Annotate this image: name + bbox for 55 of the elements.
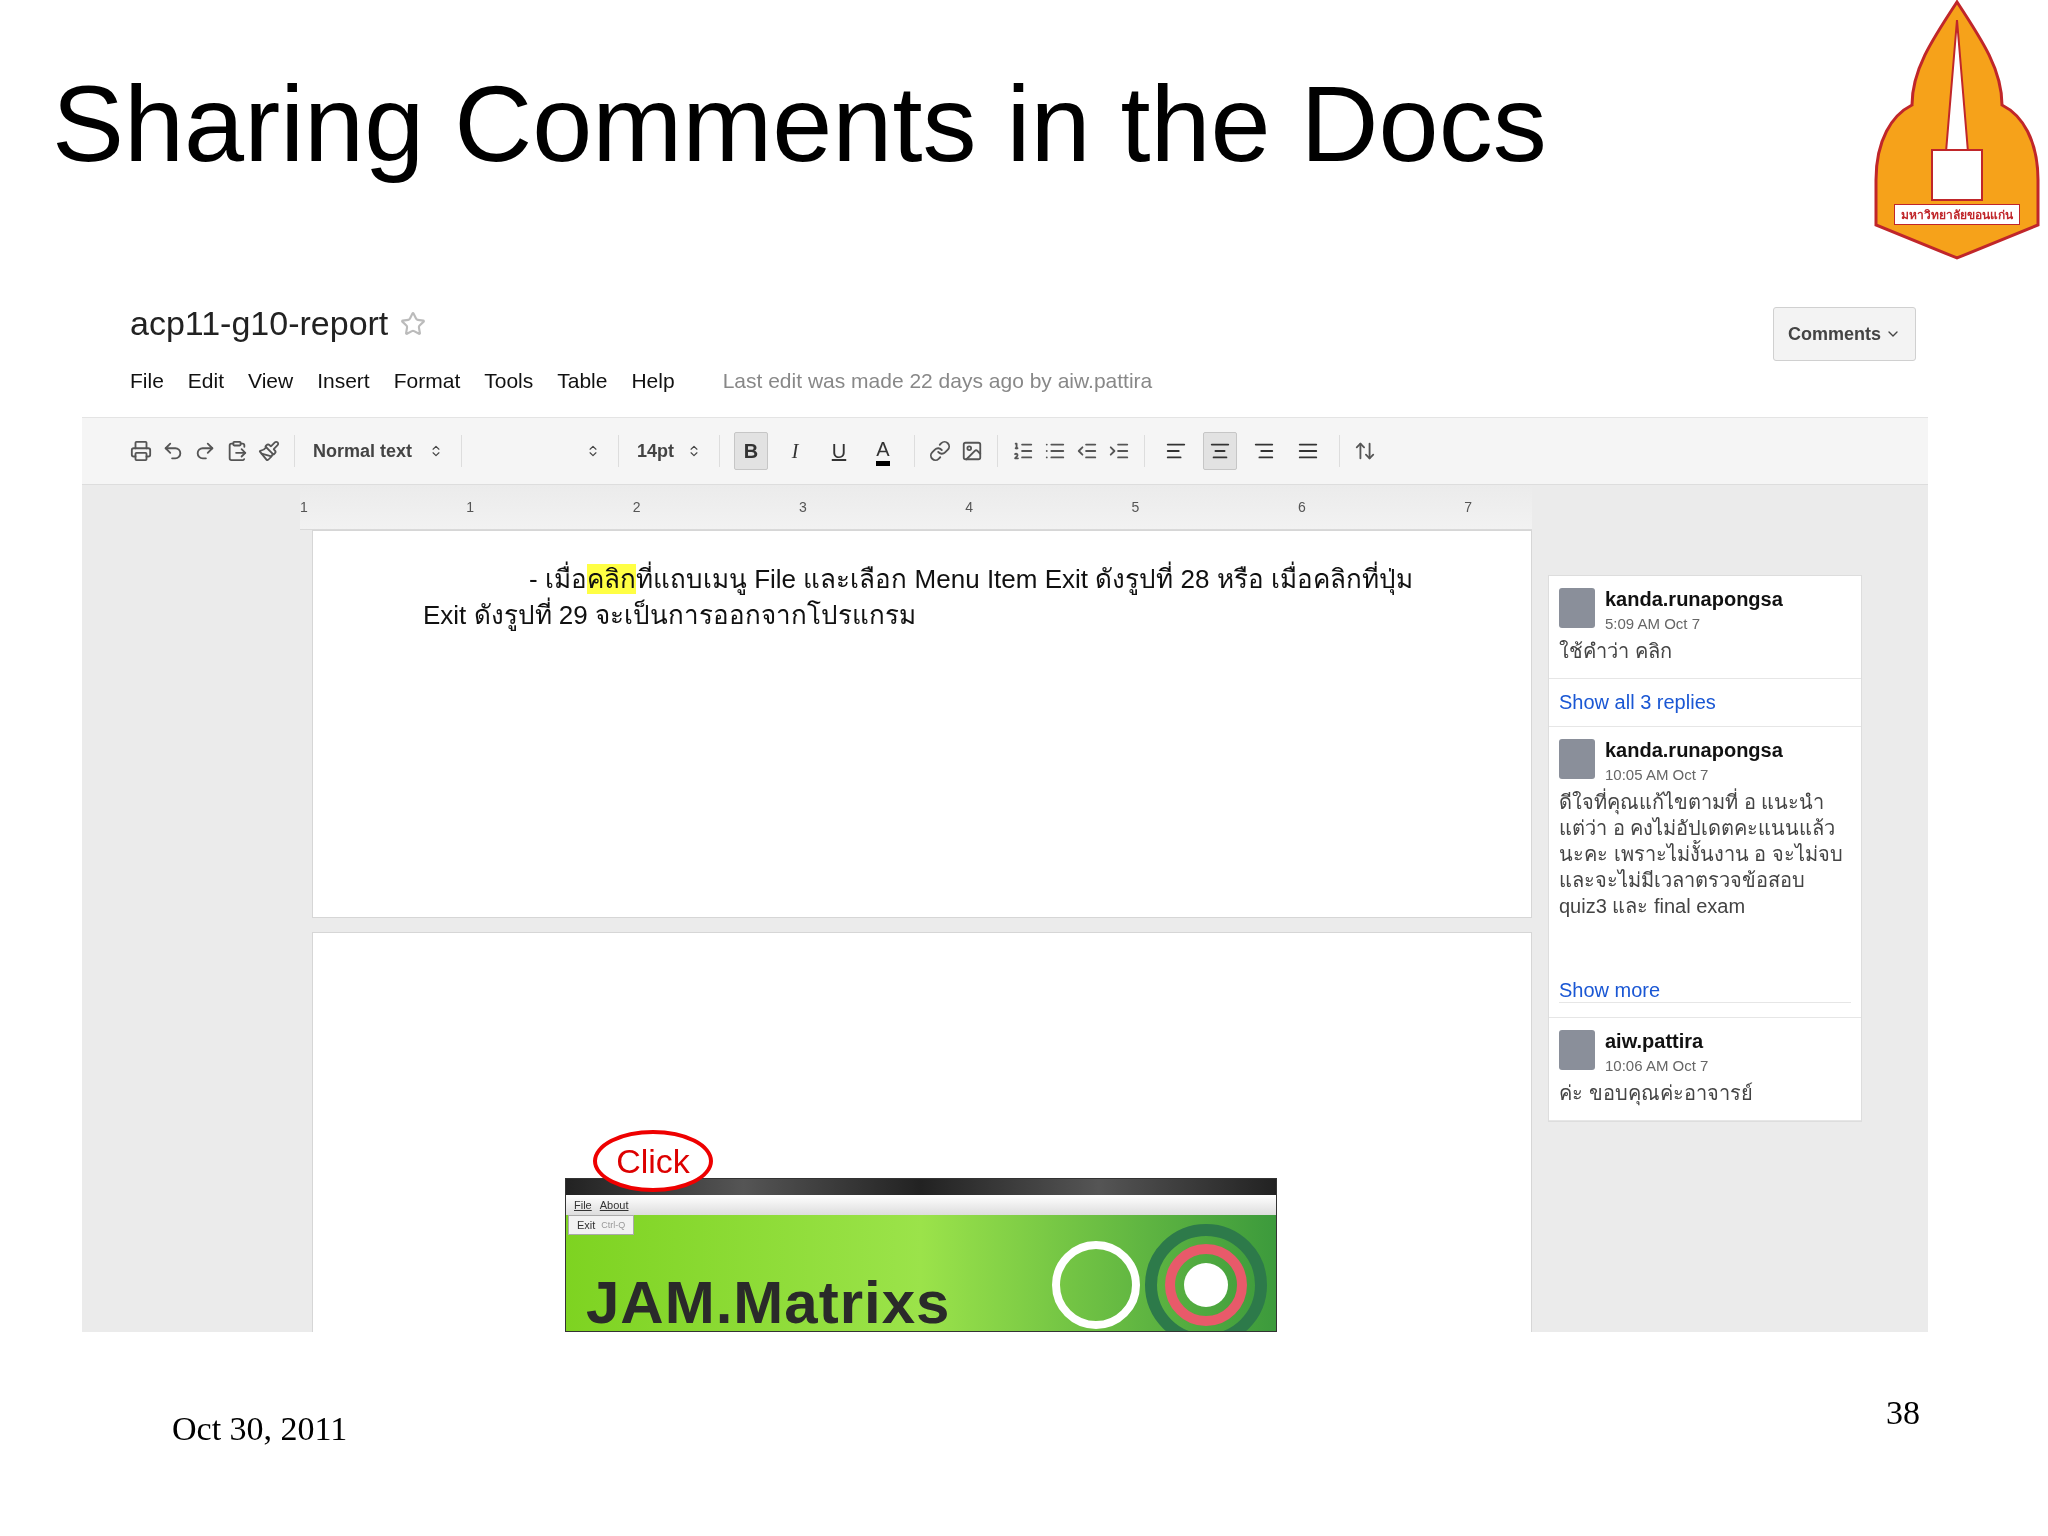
ruler-number: 4 [965,499,974,516]
menu-item[interactable]: File [130,369,164,394]
logo-caption: มหาวิทยาลัยขอนแก่น [1894,204,2020,225]
ruler-number: 5 [1131,499,1140,516]
slide-number: 38 [1886,1394,1920,1434]
comment-link[interactable]: Show more [1559,979,1851,1004]
shortcut-hint: Ctrl-Q [601,1220,626,1231]
paste-icon[interactable] [226,440,248,463]
menu-item[interactable]: Format [393,369,461,394]
ruler-number: 3 [798,499,807,516]
ruler-number: 6 [1297,499,1306,516]
paint-format-icon[interactable] [258,440,280,463]
ruler-number: 7 [1464,499,1472,516]
last-edit-note[interactable]: Last edit was made 22 days ago by aiw.pattira [722,369,1153,394]
ruler-number: 1 [466,499,475,516]
slide-title: Sharing Comments in the Docs [52,62,1547,186]
comment-author: kanda.runapongsa [1605,588,1783,612]
image-icon[interactable] [961,440,983,463]
comment-text: ใช้คำว่า คลิก [1559,639,1673,665]
menu-item[interactable]: Help [631,369,675,394]
menu-item[interactable]: Table [557,369,608,394]
format-button[interactable]: B [734,432,768,471]
style-dropdown[interactable]: Normal text [309,433,447,470]
comment-time: 5:09 AM Oct 7 [1605,615,1702,633]
print-icon[interactable] [130,440,152,463]
font-size-dropdown[interactable]: 14pt [633,433,705,470]
comment-time: 10:05 AM Oct 7 [1605,766,1710,784]
avatar-placeholder [1559,1030,1595,1071]
banner-text: JAM.Matrixs [586,1268,951,1332]
paragraph-text: - เมื่อคลิกที่แถบเมนู File และเลือก Menu Item Exit ดังรูปที่ 28 หรือ เมื่อคลิกที่ปุ่ม Exit ดังรูปที่ 29 จะเป็นการออกจากโปรแกรม [423,561,1413,634]
comment-time: 10:06 AM Oct 7 [1605,1057,1709,1075]
comment-link[interactable]: Show all 3 replies [1549,679,1861,728]
slide-date: Oct 30, 2011 [172,1410,348,1450]
menu-item[interactable]: Tools [484,369,534,394]
comment-text: ค่ะ ขอบคุณค่ะอาจารย์ [1559,1081,1754,1107]
comment-text: ดีใจที่คุณแก้ไขตามที่ อ แนะนำ แต่ว่า อ คงไม่อัปเดตคะแนนแล้วนะคะ เพราะไม่งั้นงาน อ จะไม่จบ และจะไม่มีเวลาตรวจข้อสอบ quiz3 และ final exam [1559,789,1851,920]
click-callout: Click [593,1130,713,1193]
ruler-number: 2 [632,499,641,516]
avatar-placeholder [1559,739,1595,780]
format-button[interactable]: U [822,432,856,471]
avatar-placeholder [1559,588,1595,629]
comments-button[interactable]: Comments [1773,307,1916,362]
menu-item[interactable]: Edit [187,369,225,394]
format-button[interactable]: A [866,432,900,471]
comment-author: aiw.pattira [1605,1030,1705,1054]
format-button[interactable]: I [778,432,812,471]
link-icon[interactable] [929,440,951,463]
star-icon[interactable] [400,310,427,337]
comment-author: kanda.runapongsa [1605,739,1783,763]
ruler-number: 1 [300,499,308,516]
document-title[interactable]: acp11-g10-report [130,304,389,344]
align-button[interactable] [1203,432,1237,471]
menu-item[interactable]: View [248,369,294,394]
app-menu-entry: Exit [577,1219,596,1232]
menu-item[interactable]: Insert [317,369,370,394]
